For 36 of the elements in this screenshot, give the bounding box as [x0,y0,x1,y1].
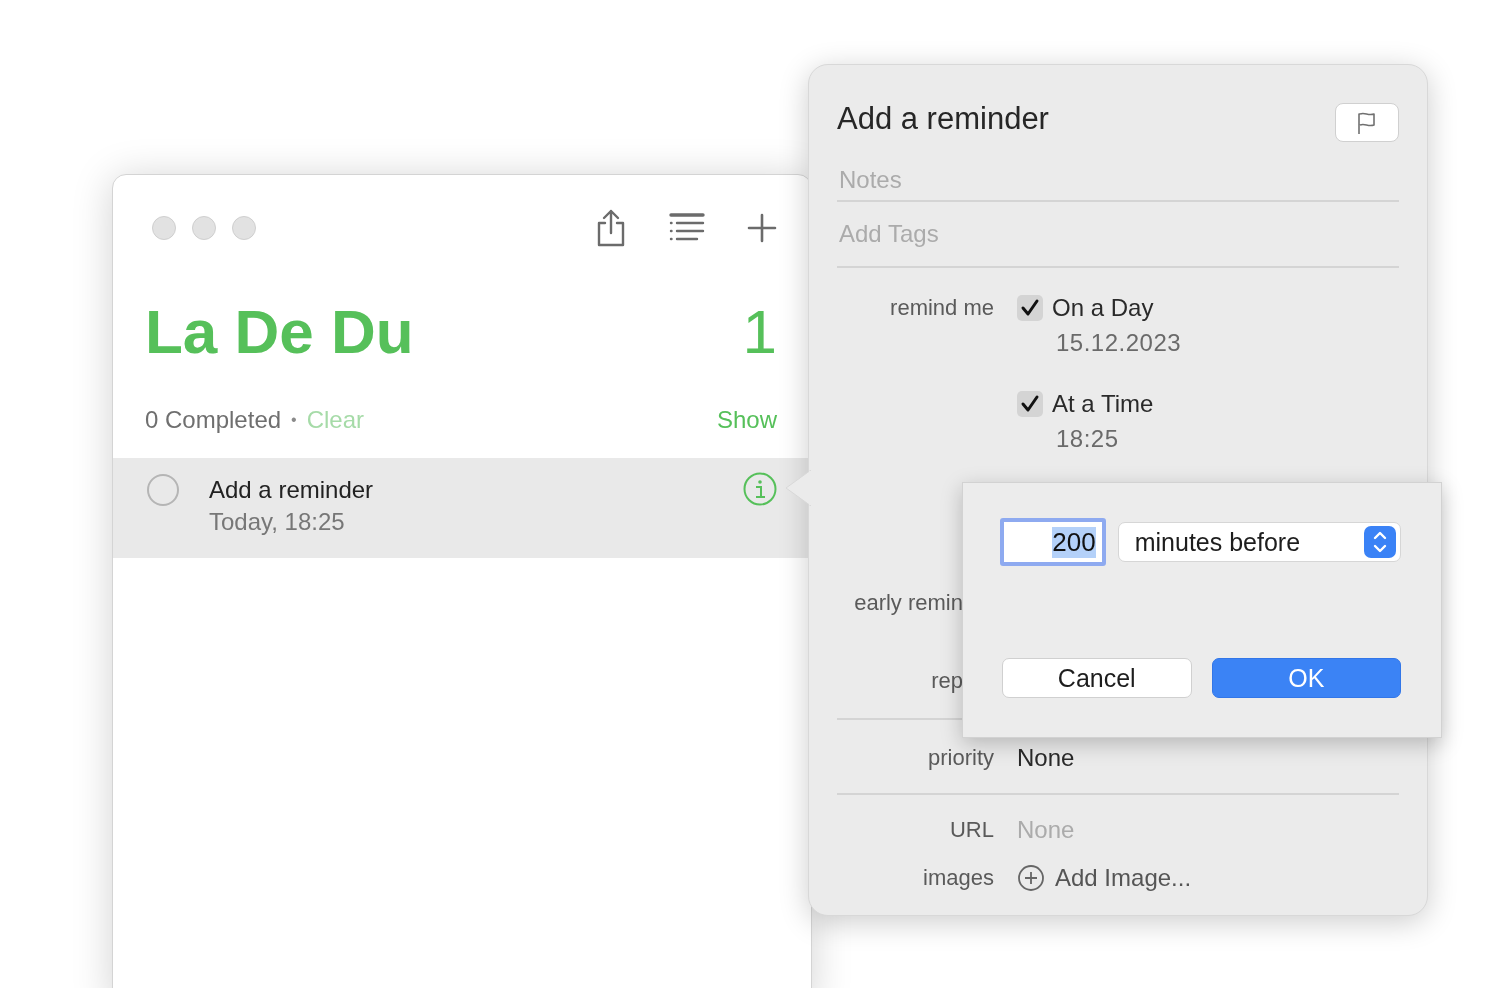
option-value[interactable]: 18:25 [1056,420,1399,458]
unit-dropdown[interactable]: minutes before [1117,522,1401,562]
flag-button[interactable] [1335,103,1399,142]
option-label: At a Time [1052,390,1154,418]
list-icon[interactable] [669,213,705,243]
remind-me-label: remind me [889,295,994,321]
stepper-icon [1364,526,1396,558]
option-checkbox[interactable] [1017,391,1043,417]
reminder-title: Add a reminder [209,476,375,504]
list-title: La De Du [145,295,414,367]
priority-value[interactable]: None [1017,744,1075,772]
ok-button[interactable]: OK [1211,658,1401,698]
amount-field[interactable]: 200 [1000,518,1106,566]
complete-checkbox[interactable] [147,474,179,506]
reminder-due-date: Today, 18:25 [209,508,346,536]
notes-field[interactable]: Notes [837,166,1399,194]
add-icon[interactable] [747,213,777,243]
tags-field[interactable]: Add Tags [837,220,1399,248]
completed-count: 0 Completed [145,405,282,434]
option-label: On a Day [1052,294,1154,322]
plus-circle-icon [1017,864,1045,892]
reminder-count: 1 [742,295,777,367]
option-value[interactable]: 15.12.2023 [1056,324,1399,362]
share-icon[interactable] [595,209,627,247]
option-checkbox[interactable] [1017,295,1043,321]
field-label: early remin [853,590,963,616]
add-image-button[interactable]: Add Image... [1017,864,1192,892]
reminder-row[interactable]: Add a reminder Today, 18:25 [113,458,811,558]
info-icon[interactable] [743,472,777,506]
priority-label: priority [927,745,994,771]
cancel-button[interactable]: Cancel [1002,658,1192,698]
separator-dot: • [291,410,297,429]
field-label: rep [930,668,963,694]
reminder-title: Add a reminder [837,100,1049,138]
images-label: images [922,865,994,891]
url-label: URL [949,817,994,843]
